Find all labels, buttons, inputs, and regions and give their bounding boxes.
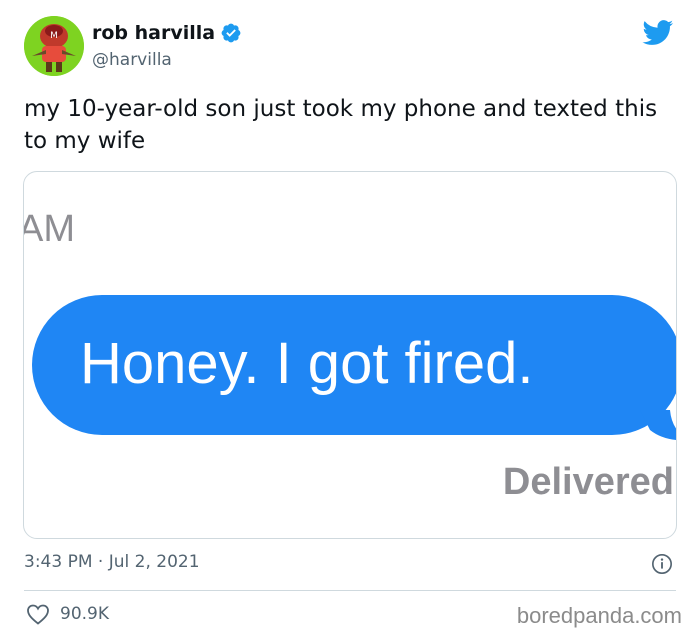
media-time-fragment: AM (23, 208, 75, 250)
delivered-status: Delivered (502, 461, 674, 503)
like-action[interactable]: 90.9K (26, 603, 109, 625)
twitter-bird-icon[interactable] (642, 20, 674, 46)
avatar[interactable]: M (24, 16, 84, 76)
tweet-media-image[interactable]: AM Honey. I got fired. Delivered (23, 171, 677, 539)
user-handle[interactable]: @harvilla (92, 50, 172, 70)
svg-text:M: M (50, 31, 58, 41)
tweet-timestamp[interactable]: 3:43 PM · Jul 2, 2021 (24, 552, 200, 572)
info-icon[interactable] (651, 553, 673, 575)
heart-icon[interactable] (26, 603, 50, 625)
divider (24, 590, 676, 591)
avatar-cartoon-icon: M (24, 16, 84, 76)
tweet-text: my 10-year-old son just took my phone an… (24, 96, 658, 154)
display-name[interactable]: rob harvilla (92, 22, 215, 44)
author-name-row[interactable]: rob harvilla (92, 22, 242, 44)
message-bubble-tail (640, 410, 676, 440)
verified-badge-icon (221, 23, 241, 43)
like-count: 90.9K (60, 604, 109, 624)
watermark: boredpanda.com (516, 603, 682, 628)
message-text: Honey. I got fired. (80, 331, 534, 396)
